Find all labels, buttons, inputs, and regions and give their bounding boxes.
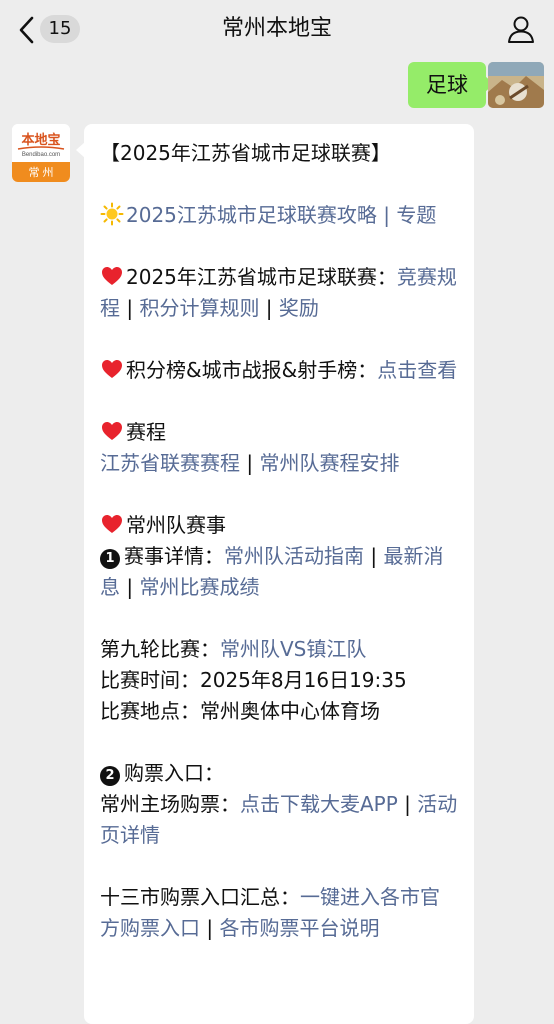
heart-icon: [102, 267, 122, 285]
heart-icon: [102, 515, 122, 533]
sun-icon: [100, 202, 124, 226]
tickets-paragraph: 2 购票入口： 常州主场购票：点击下载大麦APP | 活动页详情: [100, 758, 458, 851]
team-events-label: 常州队赛事: [126, 513, 226, 537]
guide-link[interactable]: 2025江苏城市足球联赛攻略 | 专题: [126, 203, 436, 227]
round-label: 第九轮比赛：: [100, 637, 220, 661]
rules-paragraph: 2025年江苏省城市足球联赛：竞赛规程 | 积分计算规则 | 奖励: [100, 262, 458, 324]
avatar-logo-text: 本地宝: [21, 132, 60, 147]
bot-avatar[interactable]: 本地宝 Bendibao.com 常 州: [12, 124, 70, 182]
download-damai-link[interactable]: 点击下载大麦APP: [240, 792, 398, 816]
home-tickets-label: 常州主场购票：: [100, 792, 240, 816]
schedule-label: 赛程: [126, 420, 166, 444]
event-details-label: 赛事详情：: [124, 544, 224, 568]
city-tickets-label: 十三市购票入口汇总：: [100, 885, 300, 909]
heart-icon: [102, 360, 122, 378]
rules-label: 2025年江苏省城市足球联赛：: [126, 265, 397, 289]
number-badge: 1: [100, 549, 120, 569]
chat-title: 常州本地宝: [221, 16, 332, 41]
standings-link[interactable]: 点击查看: [377, 358, 457, 382]
separator: |: [120, 296, 140, 320]
rewards-link[interactable]: 奖励: [279, 296, 319, 320]
user-icon[interactable]: [506, 14, 536, 44]
guide-paragraph: 2025江苏城市足球联赛攻略 | 专题: [100, 200, 458, 231]
match-results-link[interactable]: 常州比赛成绩: [139, 575, 259, 599]
separator: |: [200, 916, 220, 940]
avatar[interactable]: [488, 62, 544, 108]
back-button[interactable]: [14, 14, 42, 46]
separator: |: [259, 296, 279, 320]
sent-message-bubble[interactable]: 足球: [408, 62, 494, 108]
round-match-link[interactable]: 常州队VS镇江队: [220, 637, 366, 661]
separator: |: [364, 544, 384, 568]
separator: |: [120, 575, 140, 599]
match-venue: 比赛地点：常州奥体中心体育场: [100, 699, 380, 723]
top-bar: 15 常州本地宝: [0, 0, 554, 58]
avatar-site-text: Bendibao.com: [22, 152, 60, 158]
number-badge: 2: [100, 766, 120, 786]
match-time: 比赛时间：2025年8月16日19:35: [100, 668, 407, 692]
platform-info-link[interactable]: 各市购票平台说明: [219, 916, 379, 940]
team-events-paragraph: 常州队赛事 1 赛事详情：常州队活动指南 | 最新消息 | 常州比赛成绩: [100, 510, 458, 603]
avatar-city-text: 常 州: [28, 166, 53, 179]
city-tickets-paragraph: 十三市购票入口汇总：一键进入各市官方购票入口 | 各市购票平台说明: [100, 882, 458, 944]
message-heading: 【2025年江苏省城市足球联赛】: [100, 141, 391, 165]
activity-guide-link[interactable]: 常州队活动指南: [224, 544, 364, 568]
heart-icon: [102, 422, 122, 440]
match-info-paragraph: 第九轮比赛：常州队VS镇江队 比赛时间：2025年8月16日19:35 比赛地点…: [100, 634, 458, 727]
separator: |: [240, 451, 260, 475]
province-schedule-link[interactable]: 江苏省联赛赛程: [100, 451, 240, 475]
standings-paragraph: 积分榜&城市战报&射手榜：点击查看: [100, 355, 458, 386]
tickets-label: 购票入口：: [124, 761, 224, 785]
changzhou-schedule-link[interactable]: 常州队赛程安排: [259, 451, 399, 475]
schedule-paragraph: 赛程 江苏省联赛赛程 | 常州队赛程安排: [100, 417, 458, 479]
chevron-left-icon: [19, 16, 34, 44]
separator: |: [397, 792, 418, 816]
unread-badge[interactable]: 15: [40, 15, 80, 43]
sent-message-row: 足球: [244, 62, 544, 108]
reply-message-bubble: 【2025年江苏省城市足球联赛】 2025江苏城市足球联赛攻略 | 专题 202…: [76, 124, 474, 1024]
points-rules-link[interactable]: 积分计算规则: [139, 296, 259, 320]
standings-label: 积分榜&城市战报&射手榜：: [126, 358, 378, 382]
